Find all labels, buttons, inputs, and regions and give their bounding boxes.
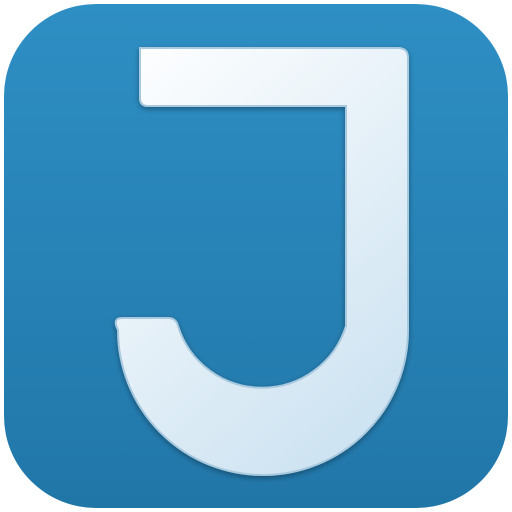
app-icon[interactable] bbox=[0, 0, 512, 512]
app-icon-graphic bbox=[4, 4, 508, 508]
